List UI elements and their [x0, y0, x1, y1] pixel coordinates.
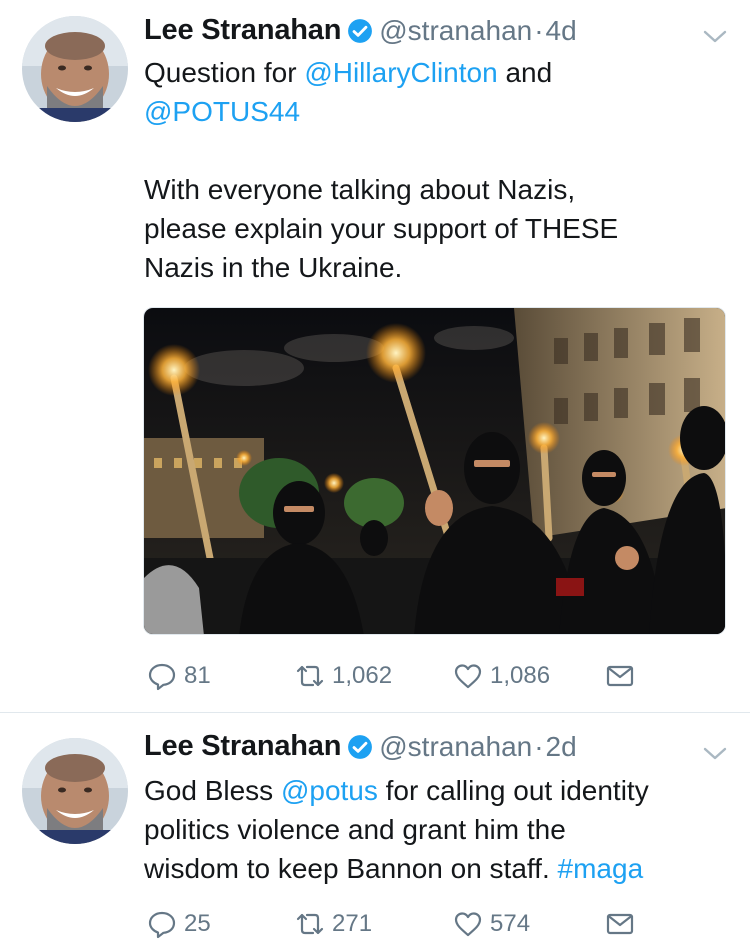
mention-link[interactable]: @HillaryClinton — [304, 57, 497, 88]
retweet-icon — [296, 665, 324, 687]
retweet-count: 1,062 — [332, 662, 393, 689]
like-icon — [454, 912, 482, 937]
tweet-text-line: please explain your support of THESE — [144, 213, 619, 244]
tweet-text-line: God Bless @potus for calling out identit… — [144, 775, 649, 806]
tweet-header: Lee Stranahan @stranahan·2d — [144, 730, 730, 766]
tweet-actions: 81 1,062 1,086 — [146, 656, 646, 696]
like-count: 1,086 — [490, 662, 551, 689]
tweet-text-line: wisdom to keep Bannon on staff. #maga — [144, 853, 644, 884]
retweet-button[interactable]: 1,062 — [294, 656, 392, 696]
mention-link[interactable]: @potus — [281, 775, 378, 806]
chevron-down-icon[interactable] — [702, 745, 728, 763]
reply-icon — [148, 663, 176, 691]
tweet[interactable]: Lee Stranahan @stranahan·4d Question for… — [0, 0, 750, 712]
author-name[interactable]: Lee Stranahan — [144, 730, 341, 763]
verified-badge-icon — [347, 734, 373, 760]
author-handle[interactable]: @stranahan — [379, 15, 532, 47]
retweet-count: 271 — [332, 910, 373, 937]
separator: · — [534, 730, 544, 762]
retweet-icon — [296, 913, 324, 935]
tweet-photo[interactable] — [143, 307, 726, 635]
tweet-text: God Bless @potus for calling out identit… — [144, 771, 726, 888]
hashtag-link[interactable]: #maga — [558, 853, 644, 884]
tweet-text-line: @POTUS44 — [144, 92, 726, 131]
like-icon — [454, 664, 482, 689]
tweet-header: Lee Stranahan @stranahan·4d — [144, 14, 730, 50]
like-button[interactable]: 574 — [452, 904, 530, 944]
avatar[interactable] — [22, 16, 128, 122]
retweet-button[interactable]: 271 — [294, 904, 372, 944]
reply-count: 81 — [184, 662, 211, 689]
tweet-text-line: Question for @HillaryClinton and — [144, 57, 553, 88]
tweet-text-line: politics violence and grant him the — [144, 814, 566, 845]
direct-message-button[interactable] — [604, 904, 636, 944]
tweet-text-line: Nazis in the Ukraine. — [144, 252, 403, 283]
like-count: 574 — [490, 910, 531, 937]
reply-icon — [148, 911, 176, 939]
chevron-down-icon[interactable] — [702, 28, 728, 46]
like-button[interactable]: 1,086 — [452, 656, 550, 696]
reply-button[interactable]: 81 — [146, 656, 211, 696]
avatar[interactable] — [22, 738, 128, 844]
verified-badge-icon — [347, 18, 373, 44]
timestamp[interactable]: 2d — [546, 731, 577, 763]
tweet-actions: 25 271 574 — [146, 904, 646, 944]
author-handle[interactable]: @stranahan — [379, 731, 532, 763]
mention-link[interactable]: @POTUS44 — [144, 96, 300, 127]
tweet[interactable]: Lee Stranahan @stranahan·2d God Bless @p… — [0, 712, 750, 945]
reply-button[interactable]: 25 — [146, 904, 211, 944]
reply-count: 25 — [184, 910, 211, 937]
tweet-text-line: With everyone talking about Nazis, — [144, 174, 576, 205]
direct-message-icon — [606, 665, 634, 687]
direct-message-button[interactable] — [604, 656, 636, 696]
direct-message-icon — [606, 913, 634, 935]
author-name[interactable]: Lee Stranahan — [144, 14, 341, 47]
tweet-text: Question for @HillaryClinton and @POTUS4… — [144, 53, 726, 287]
separator: · — [534, 14, 544, 46]
timestamp[interactable]: 4d — [546, 15, 577, 47]
